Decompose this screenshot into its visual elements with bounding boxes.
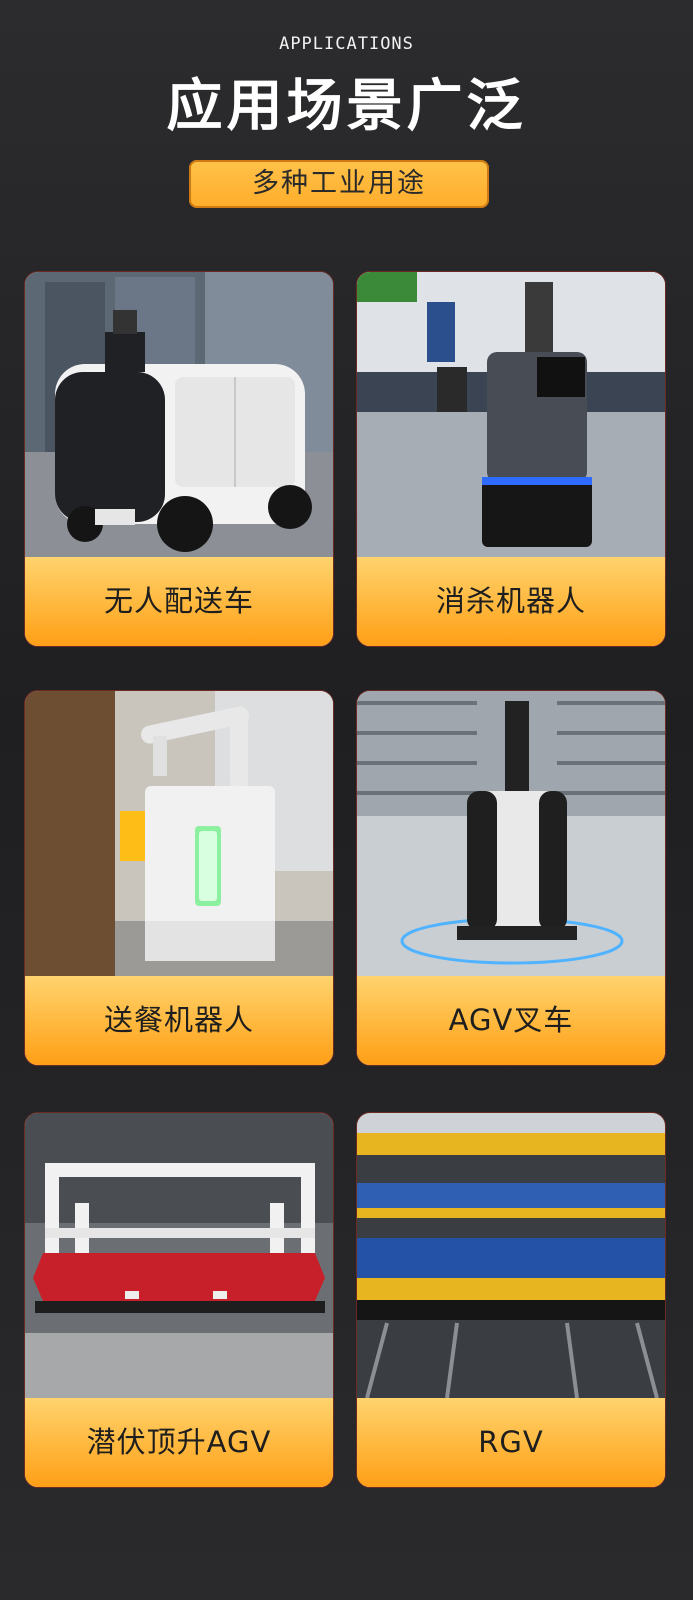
jacking-agv-photo [25,1113,333,1398]
card-label: RGV [357,1398,665,1487]
agv-forklift-photo [357,691,665,976]
disinfection-robot-photo [357,272,665,557]
application-card-food-delivery-robot[interactable]: 送餐机器人 [24,690,334,1066]
application-card-agv-forklift[interactable]: AGV叉车 [356,690,666,1066]
application-card-rgv[interactable]: RGV [356,1112,666,1488]
application-card-jacking-agv[interactable]: 潜伏顶升AGV [24,1112,334,1488]
page-header: APPLICATIONS 应用场景广泛 多种工业用途 [0,0,693,230]
rgv-photo [357,1113,665,1398]
page-title: 应用场景广泛 [166,74,527,139]
subtitle-badge: 多种工业用途 [189,160,489,208]
application-card-delivery-vehicle[interactable]: 无人配送车 [24,271,334,647]
card-label: AGV叉车 [357,976,665,1065]
card-label: 送餐机器人 [25,976,333,1065]
card-label: 无人配送车 [25,557,333,646]
food-delivery-robot-photo [25,691,333,976]
card-label: 消杀机器人 [357,557,665,646]
section-eyebrow: APPLICATIONS [279,34,414,54]
card-label: 潜伏顶升AGV [25,1398,333,1487]
delivery-vehicle-photo [25,272,333,557]
application-card-disinfection-robot[interactable]: 消杀机器人 [356,271,666,647]
